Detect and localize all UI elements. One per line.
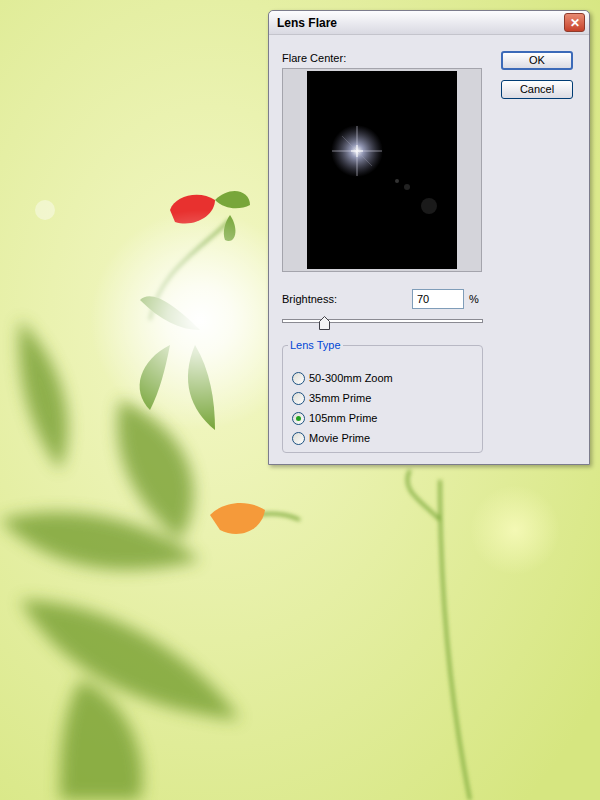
radio-label: 35mm Prime bbox=[309, 391, 371, 405]
brightness-label: Brightness: bbox=[282, 291, 412, 308]
title-bar: Lens Flare ✕ bbox=[269, 11, 589, 35]
close-button[interactable]: ✕ bbox=[564, 13, 585, 32]
radio-label: 105mm Prime bbox=[309, 411, 377, 425]
cancel-button[interactable]: Cancel bbox=[501, 80, 573, 99]
lens-type-options: 50-300mm Zoom 35mm Prime 105mm Prime Movie … bbox=[283, 346, 482, 445]
lens-type-group: Lens Type 50-300mm Zoom35mm Prime105mm P… bbox=[282, 345, 483, 453]
button-column: OK Cancel bbox=[501, 51, 573, 453]
window-title: Lens Flare bbox=[277, 14, 337, 32]
slider-thumb[interactable] bbox=[319, 316, 330, 330]
flare-icon bbox=[307, 71, 457, 269]
radio-dot bbox=[296, 416, 301, 421]
slider-groove bbox=[282, 319, 483, 323]
lens-type-option[interactable]: 35mm Prime bbox=[292, 391, 482, 405]
preview-frame bbox=[282, 68, 482, 272]
lens-type-option[interactable]: 105mm Prime bbox=[292, 411, 482, 425]
radio-button[interactable] bbox=[292, 412, 305, 425]
button-label: OK bbox=[529, 54, 545, 67]
flare-preview[interactable] bbox=[307, 71, 457, 269]
radio-button[interactable] bbox=[292, 372, 305, 385]
flare-center-label: Flare Center: bbox=[282, 51, 483, 65]
button-label: Cancel bbox=[520, 83, 554, 96]
radio-button[interactable] bbox=[292, 432, 305, 445]
brightness-field[interactable] bbox=[412, 289, 464, 309]
brightness-row: Brightness: % bbox=[282, 289, 483, 309]
lens-type-legend: Lens Type bbox=[288, 338, 343, 352]
radio-label: Movie Prime bbox=[309, 431, 370, 445]
left-column: Flare Center: bbox=[282, 51, 483, 453]
ok-button[interactable]: OK bbox=[501, 51, 573, 70]
radio-button[interactable] bbox=[292, 392, 305, 405]
lens-type-option[interactable]: Movie Prime bbox=[292, 431, 482, 445]
lens-flare-dialog: Lens Flare ✕ Flare Center: bbox=[268, 10, 590, 465]
radio-label: 50-300mm Zoom bbox=[309, 371, 393, 385]
percent-unit: % bbox=[469, 291, 483, 308]
dialog-body: Flare Center: bbox=[269, 35, 589, 453]
lens-type-option[interactable]: 50-300mm Zoom bbox=[292, 371, 482, 385]
brightness-slider[interactable] bbox=[282, 315, 483, 333]
